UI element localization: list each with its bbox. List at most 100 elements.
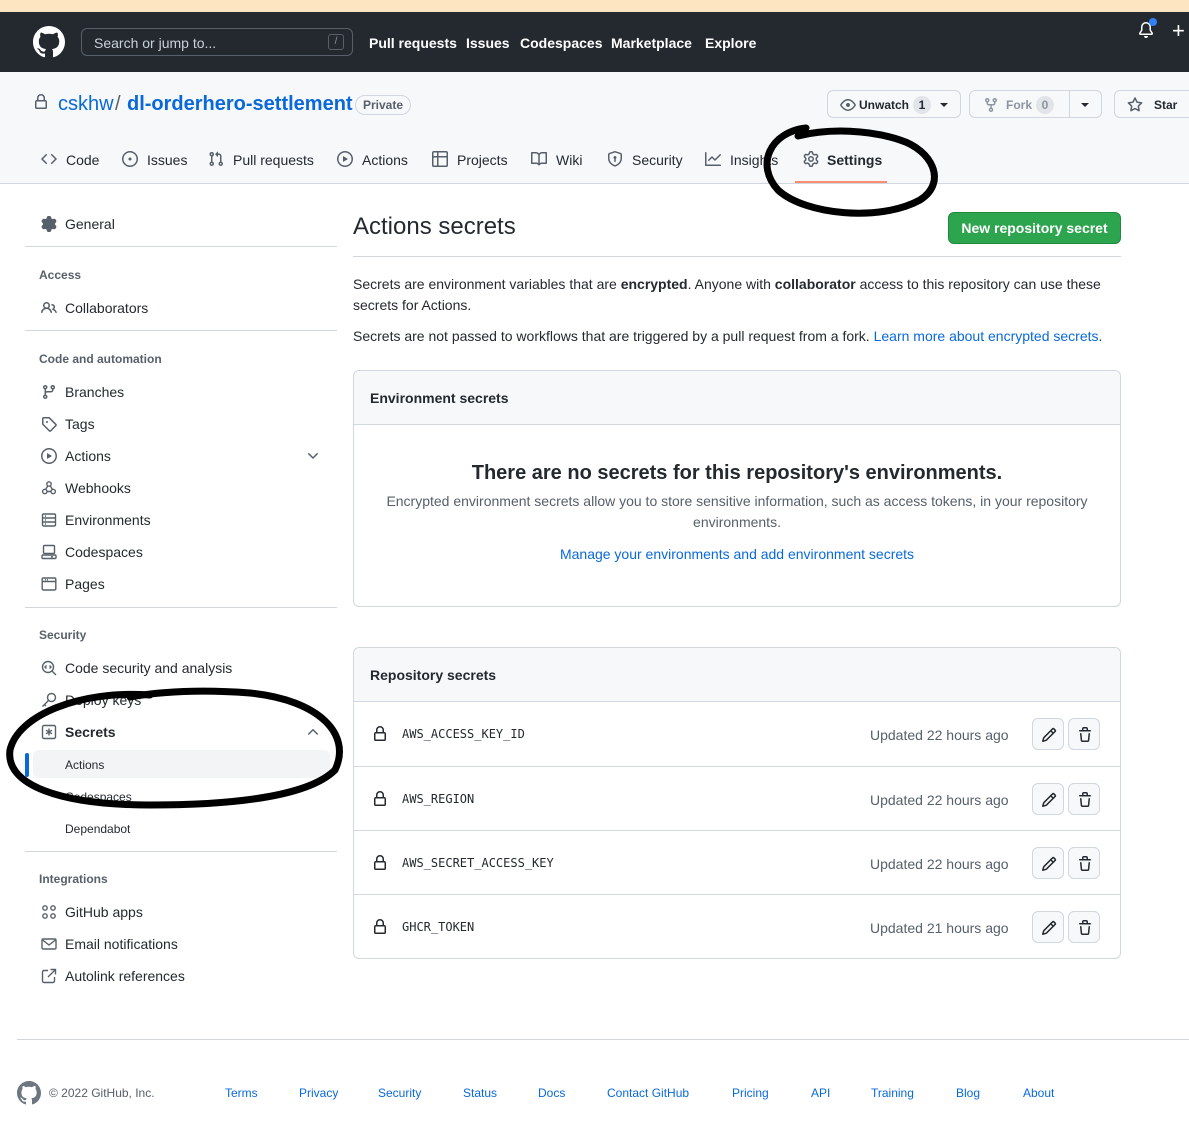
edit-secret-button[interactable] bbox=[1032, 911, 1064, 943]
footer-link-status[interactable]: Status bbox=[463, 1086, 497, 1100]
sidebar-item-label: Tags bbox=[65, 416, 95, 432]
footer-link-terms[interactable]: Terms bbox=[225, 1086, 258, 1100]
nav-explore[interactable]: Explore bbox=[705, 35, 756, 51]
repo-name-link[interactable]: dl-orderhero-settlement bbox=[127, 93, 353, 116]
play-icon bbox=[337, 151, 353, 167]
nav-pull-requests[interactable]: Pull requests bbox=[369, 35, 457, 51]
footer-link-api[interactable]: API bbox=[811, 1086, 830, 1100]
sidebar-item-environments[interactable]: Environments bbox=[33, 506, 333, 534]
tab-pull-requests[interactable]: Pull requests bbox=[208, 150, 314, 170]
tab-label: Code bbox=[66, 152, 100, 168]
sidebar-item-deploy-keys[interactable]: Deploy keys bbox=[33, 686, 333, 714]
sidebar-item-actions[interactable]: Actions bbox=[33, 442, 333, 470]
sidebar-item-autolink-references[interactable]: Autolink references bbox=[33, 962, 333, 990]
mail-icon bbox=[41, 938, 57, 950]
tab-settings[interactable]: Settings bbox=[803, 150, 883, 170]
notice-period: . bbox=[1098, 328, 1103, 344]
star-button[interactable]: Star bbox=[1114, 90, 1189, 118]
sidebar-item-branches[interactable]: Branches bbox=[33, 378, 333, 406]
sidebar-item-label: Pages bbox=[65, 576, 105, 592]
delete-secret-button[interactable] bbox=[1068, 718, 1100, 750]
sidebar-item-label: Environments bbox=[65, 512, 151, 528]
sidebar-subitem-secrets-codespaces[interactable]: Codespaces bbox=[33, 782, 330, 810]
sidebar-item-codespaces[interactable]: Codespaces bbox=[33, 538, 333, 566]
delete-secret-button[interactable] bbox=[1068, 847, 1100, 879]
unwatch-label: Unwatch bbox=[859, 98, 910, 112]
nav-codespaces[interactable]: Codespaces bbox=[520, 35, 602, 51]
edit-secret-button[interactable] bbox=[1032, 783, 1064, 815]
unwatch-button[interactable]: Unwatch 1 bbox=[827, 90, 961, 118]
create-new-icon[interactable]: + bbox=[1172, 18, 1185, 44]
code-icon bbox=[41, 153, 57, 165]
footer-link-docs[interactable]: Docs bbox=[538, 1086, 565, 1100]
environment-secrets-box: Environment secrets There are no secrets… bbox=[353, 370, 1121, 607]
gear-icon bbox=[41, 216, 57, 232]
search-input[interactable]: Search or jump to... / bbox=[81, 28, 353, 56]
sidebar-subitem-secrets-actions[interactable]: Actions bbox=[33, 750, 330, 778]
sidebar-item-label: Collaborators bbox=[65, 300, 149, 316]
secret-updated: Updated 22 hours ago bbox=[870, 792, 1009, 808]
sidebar-item-tags[interactable]: Tags bbox=[33, 410, 333, 438]
sidebar-item-webhooks[interactable]: Webhooks bbox=[33, 474, 333, 502]
github-logo-icon[interactable] bbox=[33, 26, 65, 58]
secret-name: AWS_SECRET_ACCESS_KEY bbox=[402, 856, 554, 870]
footer-link-blog[interactable]: Blog bbox=[956, 1086, 980, 1100]
new-repository-secret-button[interactable]: New repository secret bbox=[948, 212, 1121, 244]
sidebar-item-secrets[interactable]: Secrets bbox=[33, 718, 333, 746]
fork-options-chevron-icon[interactable] bbox=[1081, 103, 1089, 107]
webhook-icon bbox=[41, 481, 57, 495]
edit-secret-button[interactable] bbox=[1032, 847, 1064, 879]
sidebar-item-github-apps[interactable]: GitHub apps bbox=[33, 898, 333, 926]
footer-link-security[interactable]: Security bbox=[378, 1086, 421, 1100]
sidebar-item-general[interactable]: General bbox=[33, 210, 333, 238]
tab-projects[interactable]: Projects bbox=[432, 150, 508, 170]
global-header: Search or jump to... / Pull requests Iss… bbox=[0, 12, 1189, 72]
browser-top-strip bbox=[0, 0, 1189, 12]
sidebar-item-label: Actions bbox=[65, 758, 105, 772]
sidebar-item-collaborators[interactable]: Collaborators bbox=[33, 294, 333, 322]
tab-label: Settings bbox=[827, 152, 883, 168]
tab-security[interactable]: Security bbox=[607, 150, 683, 170]
sidebar-subitem-secrets-dependabot[interactable]: Dependabot bbox=[33, 814, 330, 842]
pencil-icon bbox=[1041, 920, 1057, 936]
edit-secret-button[interactable] bbox=[1032, 718, 1064, 750]
active-tab-indicator bbox=[795, 181, 887, 183]
repository-secrets-header: Repository secrets bbox=[354, 648, 1120, 702]
nav-marketplace[interactable]: Marketplace bbox=[611, 35, 692, 51]
trash-icon bbox=[1079, 792, 1091, 807]
desc-text: . Anyone with bbox=[687, 276, 775, 292]
repo-owner-link[interactable]: cskhw bbox=[58, 93, 114, 116]
footer-link-training[interactable]: Training bbox=[871, 1086, 914, 1100]
footer-link-privacy[interactable]: Privacy bbox=[299, 1086, 338, 1100]
sidebar-item-email-notifications[interactable]: Email notifications bbox=[33, 930, 333, 958]
footer-link-pricing[interactable]: Pricing bbox=[732, 1086, 769, 1100]
github-logo-icon[interactable] bbox=[17, 1081, 41, 1105]
server-icon bbox=[41, 513, 57, 527]
tab-wiki[interactable]: Wiki bbox=[531, 150, 585, 170]
footer-link-about[interactable]: About bbox=[1023, 1086, 1054, 1100]
sidebar-item-code-security[interactable]: Code security and analysis bbox=[33, 654, 333, 682]
tab-code[interactable]: Code bbox=[41, 150, 101, 170]
sidebar-item-pages[interactable]: Pages bbox=[33, 570, 333, 598]
fork-count: 0 bbox=[1036, 96, 1054, 114]
footer-link-contact-github[interactable]: Contact GitHub bbox=[607, 1086, 689, 1100]
manage-environments-link[interactable]: Manage your environments and add environ… bbox=[354, 546, 1120, 562]
sidebar-heading-code-automation: Code and automation bbox=[39, 352, 162, 366]
chevron-down-icon bbox=[308, 453, 318, 459]
title-divider bbox=[353, 256, 1121, 257]
lock-icon bbox=[374, 791, 386, 806]
nav-issues[interactable]: Issues bbox=[466, 35, 510, 51]
environment-secrets-title: Environment secrets bbox=[370, 390, 509, 406]
tab-label: Actions bbox=[362, 152, 408, 168]
tab-actions[interactable]: Actions bbox=[337, 150, 409, 170]
delete-secret-button[interactable] bbox=[1068, 911, 1100, 943]
secret-name: GHCR_TOKEN bbox=[402, 920, 475, 934]
delete-secret-button[interactable] bbox=[1068, 783, 1100, 815]
fork-label[interactable]: Fork bbox=[1006, 98, 1032, 112]
play-icon bbox=[41, 448, 57, 464]
tab-insights[interactable]: Insights bbox=[705, 150, 781, 170]
tab-issues[interactable]: Issues bbox=[122, 150, 188, 170]
issue-icon bbox=[122, 151, 138, 167]
tab-label: Issues bbox=[147, 152, 188, 168]
learn-more-link[interactable]: Learn more about encrypted secrets bbox=[874, 328, 1099, 344]
